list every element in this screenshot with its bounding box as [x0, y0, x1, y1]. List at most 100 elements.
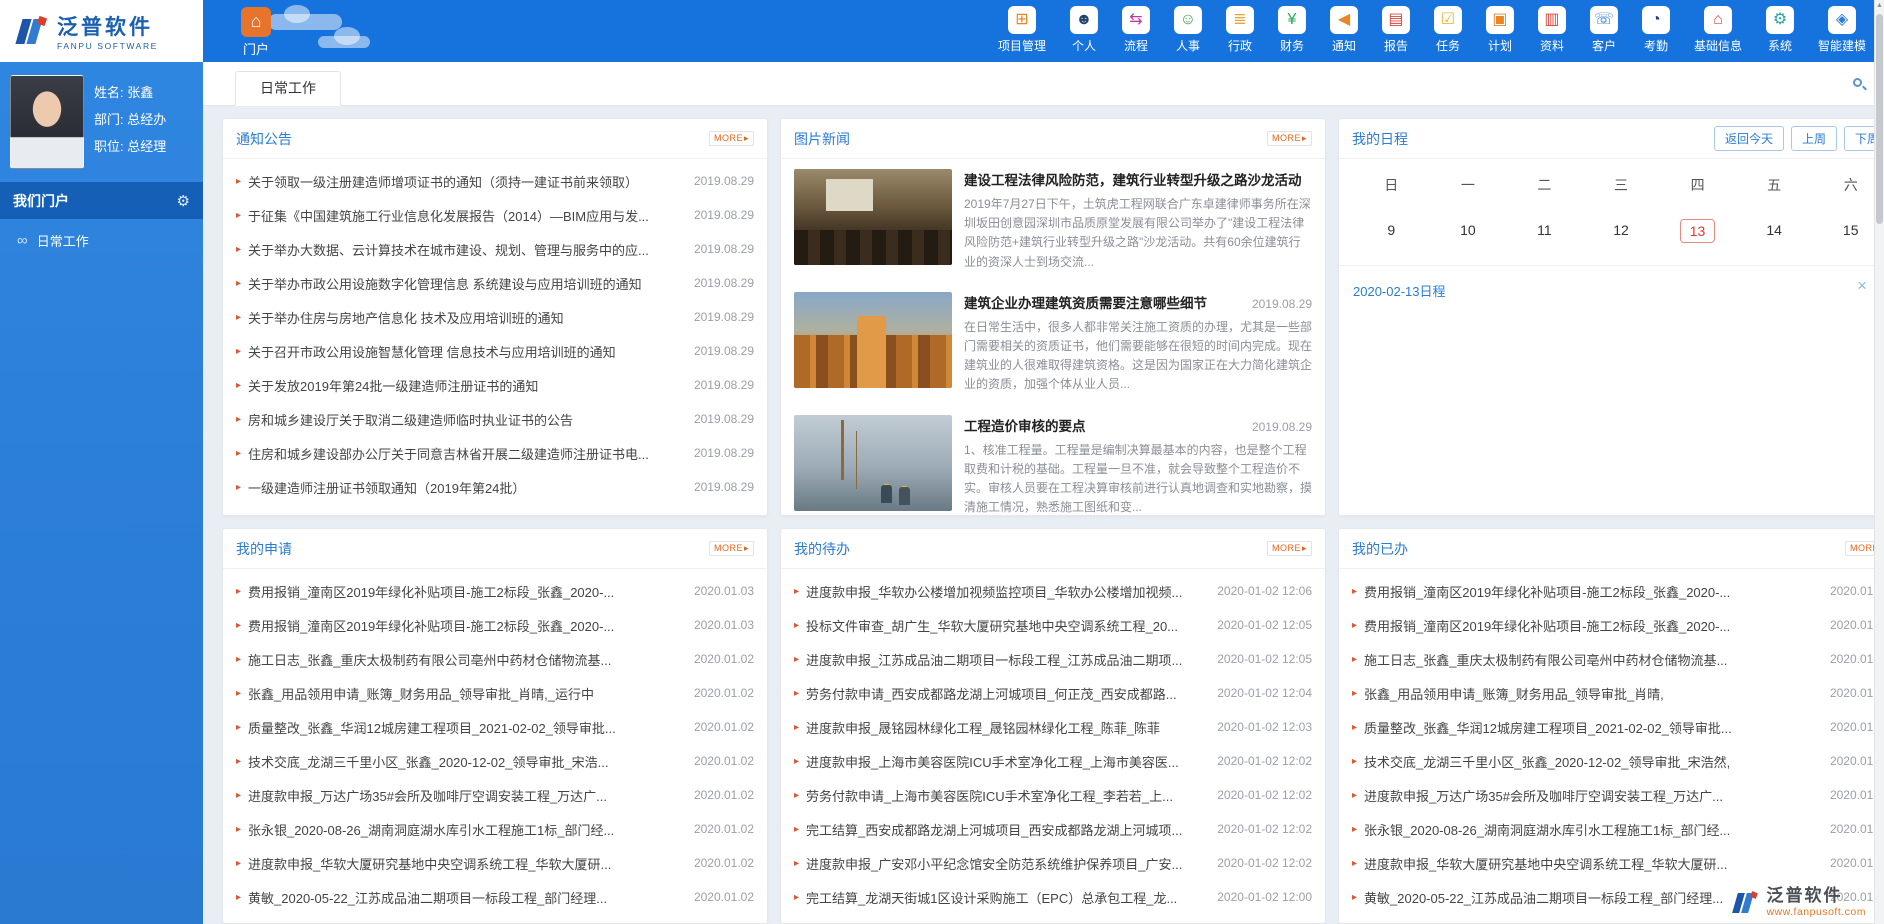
list-item[interactable]: ▸ 进度款申报_晟铭园林绿化工程_晟铭园林绿化工程_陈菲_陈菲 2020-01-…	[794, 710, 1312, 744]
notice-text[interactable]: 关于领取一级注册建造师增项证书的通知（须持一建证书前来领取）	[248, 172, 684, 191]
module-nav-item[interactable]: ⌂ 基础信息	[1694, 6, 1742, 54]
list-item[interactable]: ▸ 进度款申报_华软大厦研究基地中央空调系统工程_华软大厦研... 2020.0…	[236, 846, 754, 880]
news-item[interactable]: 建筑企业办理建筑资质需要注意哪些细节 2019.08.29 在日常生活中，很多人…	[781, 282, 1325, 405]
list-item[interactable]: ▸ 劳务付款申请_上海市美容医院ICU手术室净化工程_李若若_上... 2020…	[794, 778, 1312, 812]
application-text[interactable]: 进度款申报_万达广场35#会所及咖啡厅空调安装工程_万达广...	[248, 786, 684, 805]
module-nav-item[interactable]: ⇆ 流程	[1122, 6, 1150, 54]
news-item[interactable]: 工程造价审核的要点 2019.08.29 1、核准工程量。工程量是编制决算最基本…	[781, 405, 1325, 517]
todo-text[interactable]: 进度款申报_华软办公楼增加视频监控项目_华软办公楼增加视频...	[806, 582, 1207, 601]
calendar-date[interactable]: 12	[1604, 219, 1638, 241]
list-item[interactable]: ▸ 费用报销_潼南区2019年绿化补贴项目-施工2标段_张鑫_2020-... …	[236, 608, 754, 642]
module-nav-item[interactable]: ☺ 人事	[1174, 6, 1202, 54]
list-item[interactable]: ▸ 张永银_2020-08-26_湖南洞庭湖水库引水工程施工1标_部门经... …	[1352, 812, 1884, 846]
calendar-date[interactable]: 14	[1757, 219, 1791, 241]
list-item[interactable]: ▸ 进度款申报_上海市美容医院ICU手术室净化工程_上海市美容医... 2020…	[794, 744, 1312, 778]
application-text[interactable]: 费用报销_潼南区2019年绿化补贴项目-施工2标段_张鑫_2020-...	[248, 582, 684, 601]
calendar-date[interactable]: 15	[1834, 219, 1868, 241]
nav-item-portal[interactable]: ⌂ 门户	[225, 7, 287, 58]
list-item[interactable]: ▸ 进度款申报_万达广场35#会所及咖啡厅空调安装工程_万达广... 2020.…	[1352, 778, 1884, 812]
module-nav-item[interactable]: ◈ 智能建模	[1818, 6, 1866, 54]
sidebar-item-daily-work[interactable]: ∞ 日常工作	[0, 219, 203, 261]
done-text[interactable]: 张鑫_用品领用申请_账簿_财务用品_领导审批_肖晴,	[1364, 684, 1820, 703]
list-item[interactable]: ▸ 费用报销_潼南区2019年绿化补贴项目-施工2标段_张鑫_2020-... …	[1352, 608, 1884, 642]
todo-text[interactable]: 进度款申报_晟铭园林绿化工程_晟铭园林绿化工程_陈菲_陈菲	[806, 718, 1207, 737]
list-item[interactable]: ▸ 施工日志_张鑫_重庆太极制药有限公司亳州中药材仓储物流基... 2020.0…	[236, 642, 754, 676]
module-nav-item[interactable]: ◔ 考勤	[1642, 6, 1670, 54]
done-text[interactable]: 费用报销_潼南区2019年绿化补贴项目-施工2标段_张鑫_2020-...	[1364, 582, 1820, 601]
calendar-button[interactable]: 返回今天	[1714, 126, 1784, 151]
calendar-date[interactable]: 9	[1378, 219, 1404, 241]
module-nav-item[interactable]: ▤ 报告	[1382, 6, 1410, 54]
calendar-button[interactable]: 上周	[1791, 126, 1837, 151]
list-item[interactable]: ▸ 完工结算_龙湖天街城1区设计采购施工（EPC）总承包工程_龙... 2020…	[794, 880, 1312, 914]
application-text[interactable]: 张永银_2020-08-26_湖南洞庭湖水库引水工程施工1标_部门经...	[248, 820, 684, 839]
list-item[interactable]: ▸ 进度款申报_广安邓小平纪念馆安全防范系统维护保养项目_广安... 2020-…	[794, 846, 1312, 880]
list-item[interactable]: ▸ 张鑫_用品领用申请_账簿_财务用品_领导审批_肖晴,_运行中 2020.01…	[236, 676, 754, 710]
done-text[interactable]: 技术交底_龙湖三千里小区_张鑫_2020-12-02_领导审批_宋浩然,	[1364, 752, 1820, 771]
list-item[interactable]: ▸ 施工日志_张鑫_重庆太极制药有限公司亳州中药材仓储物流基... 2020.0…	[1352, 642, 1884, 676]
more-button[interactable]: MORE	[1267, 131, 1312, 146]
list-item[interactable]: ▸ 关于领取一级注册建造师增项证书的通知（须持一建证书前来领取） 2019.08…	[236, 164, 754, 198]
todo-text[interactable]: 进度款申报_广安邓小平纪念馆安全防范系统维护保养项目_广安...	[806, 854, 1207, 873]
list-item[interactable]: ▸ 进度款申报_江苏成品油二期项目一标段工程_江苏成品油二期项... 2020-…	[794, 642, 1312, 676]
done-text[interactable]: 进度款申报_万达广场35#会所及咖啡厅空调安装工程_万达广...	[1364, 786, 1820, 805]
notice-text[interactable]: 关于召开市政公用设施智慧化管理 信息技术与应用培训班的通知	[248, 342, 684, 361]
list-item[interactable]: ▸ 张永银_2020-08-26_湖南洞庭湖水库引水工程施工1标_部门经... …	[236, 812, 754, 846]
scrollbar-up-icon[interactable]: ▲	[1875, 0, 1884, 12]
application-text[interactable]: 技术交底_龙湖三千里小区_张鑫_2020-12-02_领导审批_宋浩...	[248, 752, 684, 771]
list-item[interactable]: ▸ 质量整改_张鑫_华润12城房建工程项目_2021-02-02_领导审批...…	[1352, 710, 1884, 744]
list-item[interactable]: ▸ 投标文件审查_胡广生_华软大厦研究基地中央空调系统工程_20... 2020…	[794, 608, 1312, 642]
tab-daily-work[interactable]: 日常工作	[235, 71, 341, 106]
notice-text[interactable]: 一级建造师注册证书领取通知（2019年第24批）	[248, 478, 684, 497]
list-item[interactable]: ▸ 费用报销_潼南区2019年绿化补贴项目-施工2标段_张鑫_2020-... …	[236, 574, 754, 608]
list-item[interactable]: ▸ 关于发放2019年第24批一级建造师注册证书的通知 2019.08.29	[236, 368, 754, 402]
list-item[interactable]: ▸ 关于举办大数据、云计算技术在城市建设、规划、管理与服务中的应... 2019…	[236, 232, 754, 266]
list-item[interactable]: ▸ 关于举办住房与房地产信息化 技术及应用培训班的通知 2019.08.29	[236, 300, 754, 334]
application-text[interactable]: 费用报销_潼南区2019年绿化补贴项目-施工2标段_张鑫_2020-...	[248, 616, 684, 635]
news-title[interactable]: 建筑企业办理建筑资质需要注意哪些细节	[964, 292, 1207, 312]
search-icon[interactable]	[1853, 78, 1862, 87]
todo-text[interactable]: 进度款申报_上海市美容医院ICU手术室净化工程_上海市美容医...	[806, 752, 1207, 771]
todo-text[interactable]: 劳务付款申请_西安成都路龙湖上河城项目_何正茂_西安成都路...	[806, 684, 1207, 703]
list-item[interactable]: ▸ 进度款申报_华软大厦研究基地中央空调系统工程_华软大厦研... 2020.0…	[1352, 846, 1884, 880]
list-item[interactable]: ▸ 劳务付款申请_西安成都路龙湖上河城项目_何正茂_西安成都路... 2020-…	[794, 676, 1312, 710]
list-item[interactable]: ▸ 费用报销_潼南区2019年绿化补贴项目-施工2标段_张鑫_2020-... …	[1352, 574, 1884, 608]
news-title[interactable]: 建设工程法律风险防范，建筑行业转型升级之路沙龙活动	[964, 169, 1302, 189]
notice-text[interactable]: 关于举办住房与房地产信息化 技术及应用培训班的通知	[248, 308, 684, 327]
list-item[interactable]: ▸ 质量整改_张鑫_华润12城房建工程项目_2021-02-02_领导审批...…	[236, 710, 754, 744]
calendar-date[interactable]: 13	[1680, 219, 1716, 243]
scrollbar-thumb[interactable]	[1876, 14, 1883, 224]
list-item[interactable]: ▸ 住房和城乡建设部办公厅关于同意吉林省开展二级建造师注册证书电... 2019…	[236, 436, 754, 470]
close-icon[interactable]: ×	[1857, 277, 1867, 294]
list-item[interactable]: ▸ 关于举办市政公用设施数字化管理信息 系统建设与应用培训班的通知 2019.0…	[236, 266, 754, 300]
application-text[interactable]: 黄敏_2020-05-22_江苏成品油二期项目一标段工程_部门经理...	[248, 888, 684, 907]
list-item[interactable]: ▸ 房和城乡建设厅关于取消二级建造师临时执业证书的公告 2019.08.29	[236, 402, 754, 436]
list-item[interactable]: ▸ 于征集《中国建筑施工行业信息化发展报告（2014）—BIM应用与发... 2…	[236, 198, 754, 232]
done-text[interactable]: 质量整改_张鑫_华润12城房建工程项目_2021-02-02_领导审批...	[1364, 718, 1820, 737]
todo-text[interactable]: 投标文件审查_胡广生_华软大厦研究基地中央空调系统工程_20...	[806, 616, 1207, 635]
done-text[interactable]: 进度款申报_华软大厦研究基地中央空调系统工程_华软大厦研...	[1364, 854, 1820, 873]
vertical-scrollbar[interactable]: ▲	[1874, 0, 1884, 924]
module-nav-item[interactable]: ▣ 计划	[1486, 6, 1514, 54]
more-button[interactable]: MORE	[1267, 541, 1312, 556]
module-nav-item[interactable]: ¥ 财务	[1278, 6, 1306, 54]
module-nav-item[interactable]: ▥ 资料	[1538, 6, 1566, 54]
notice-text[interactable]: 房和城乡建设厅关于取消二级建造师临时执业证书的公告	[248, 410, 684, 429]
application-text[interactable]: 施工日志_张鑫_重庆太极制药有限公司亳州中药材仓储物流基...	[248, 650, 684, 669]
notice-text[interactable]: 住房和城乡建设部办公厅关于同意吉林省开展二级建造师注册证书电...	[248, 444, 684, 463]
list-item[interactable]: ▸ 进度款申报_万达广场35#会所及咖啡厅空调安装工程_万达广... 2020.…	[236, 778, 754, 812]
calendar-date[interactable]: 10	[1451, 219, 1485, 241]
list-item[interactable]: ▸ 技术交底_龙湖三千里小区_张鑫_2020-12-02_领导审批_宋浩然, 2…	[1352, 744, 1884, 778]
calendar-date[interactable]: 11	[1528, 219, 1561, 241]
more-button[interactable]: MORE	[709, 131, 754, 146]
list-item[interactable]: ▸ 完工结算_西安成都路龙湖上河城项目_西安成都路龙湖上河城项... 2020-…	[794, 812, 1312, 846]
todo-text[interactable]: 进度款申报_江苏成品油二期项目一标段工程_江苏成品油二期项...	[806, 650, 1207, 669]
notice-text[interactable]: 关于举办市政公用设施数字化管理信息 系统建设与应用培训班的通知	[248, 274, 684, 293]
module-nav-item[interactable]: ☏ 客户	[1590, 6, 1618, 54]
notice-text[interactable]: 关于举办大数据、云计算技术在城市建设、规划、管理与服务中的应...	[248, 240, 684, 259]
module-nav-item[interactable]: ☑ 任务	[1434, 6, 1462, 54]
list-item[interactable]: ▸ 张鑫_用品领用申请_账簿_财务用品_领导审批_肖晴, 2020.01.02	[1352, 676, 1884, 710]
application-text[interactable]: 质量整改_张鑫_华润12城房建工程项目_2021-02-02_领导审批...	[248, 718, 684, 737]
news-title[interactable]: 工程造价审核的要点	[964, 415, 1086, 435]
list-item[interactable]: ▸ 一级建造师注册证书领取通知（2019年第24批） 2019.08.29	[236, 470, 754, 504]
